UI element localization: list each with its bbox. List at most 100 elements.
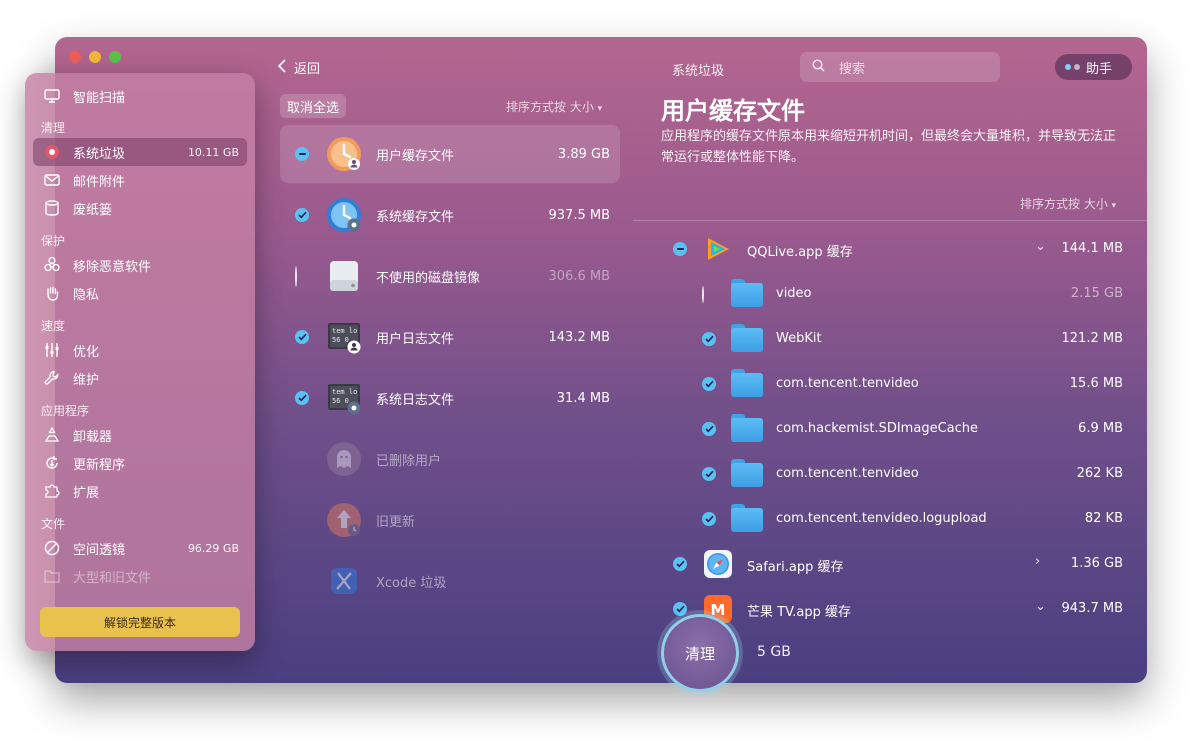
qqlive-app-icon [703, 234, 735, 264]
zoom-window-button[interactable] [109, 51, 121, 63]
minimize-window-button[interactable] [89, 51, 101, 63]
unlock-full-version-button[interactable]: 解锁完整版本 [40, 607, 240, 637]
sort-dropdown[interactable]: 排序方式按 大小 ▾ [506, 98, 602, 115]
sidebar-item-updater[interactable]: 更新程序 [33, 449, 247, 477]
checkbox-checked[interactable] [702, 422, 716, 436]
file-checkbox[interactable] [673, 557, 687, 571]
checkbox-checked[interactable] [702, 377, 716, 391]
checkbox-checked[interactable] [295, 330, 309, 344]
file-checkbox[interactable] [702, 377, 716, 391]
folder-row[interactable]: com.tencent.tenvideo 15.6 MB [633, 362, 1147, 407]
folder-row[interactable]: com.hackemist.SDImageCache 6.9 MB [633, 407, 1147, 452]
back-button[interactable]: 返回 [277, 58, 320, 77]
checkbox-checked[interactable] [702, 512, 716, 526]
category-label: 系统日志文件 [376, 392, 455, 408]
clean-total-size: 5 GB [757, 644, 791, 660]
checkbox-partial[interactable] [295, 147, 309, 161]
safari-app-icon [703, 549, 735, 579]
deselect-all-button[interactable]: 取消全选 [280, 94, 347, 118]
file-checkbox[interactable] [702, 467, 716, 481]
file-size: 121.2 MB [1061, 331, 1123, 346]
category-row[interactable]: 系统缓存文件 937.5 MB [280, 186, 620, 244]
category-checkbox[interactable] [295, 265, 297, 287]
folder-row[interactable]: com.tencent.tenvideo 262 KB [633, 452, 1147, 497]
svg-text:56 0: 56 0 [332, 336, 349, 344]
file-size: 2.15 GB [1070, 286, 1123, 301]
app-cache-row[interactable]: Safari.app 缓存 › 1.36 GB [633, 542, 1147, 587]
category-size: 306.6 MB [548, 268, 610, 284]
sidebar-item-malware-removal[interactable]: 移除恶意软件 [33, 251, 247, 279]
sidebar-item-uninstaller[interactable]: 卸载器 [33, 421, 247, 449]
category-row[interactable]: 用户缓存文件 3.89 GB [280, 125, 620, 183]
folder-icon [731, 324, 763, 354]
hand-icon [43, 284, 61, 302]
section-header-apps: 应用程序 [41, 404, 90, 418]
checkbox-checked[interactable] [702, 467, 716, 481]
file-checkbox[interactable] [702, 422, 716, 436]
checkbox-unchecked[interactable] [702, 286, 704, 303]
category-row[interactable]: 旧更新 [280, 491, 620, 549]
sidebar-item-label: 维护 [73, 372, 100, 388]
divider [633, 220, 1147, 221]
category-row[interactable]: tem lo 56 0 用户日志文件 143.2 MB [280, 308, 620, 366]
file-name: WebKit [776, 331, 822, 346]
file-checkbox[interactable] [702, 286, 704, 303]
category-checkbox[interactable] [295, 208, 309, 222]
sidebar-item-space-lens[interactable]: 空间透镜 96.29 GB [33, 534, 247, 562]
close-window-button[interactable] [69, 51, 81, 63]
search-input[interactable]: 搜索 [800, 52, 1000, 82]
sidebar-item-size: 10.11 GB [187, 145, 239, 159]
file-checkbox[interactable] [702, 512, 716, 526]
clean-button[interactable]: 清理 [661, 614, 739, 692]
category-row[interactable]: 已删除用户 [280, 430, 620, 488]
checkbox-checked[interactable] [295, 391, 309, 405]
assistant-button[interactable]: 助手 [1055, 54, 1132, 80]
checkbox-unchecked[interactable] [295, 265, 297, 287]
sidebar-item-optimization[interactable]: 优化 [33, 336, 247, 364]
old-update-icon [326, 502, 362, 538]
sidebar-item-smart-scan[interactable]: 智能扫描 [33, 82, 247, 110]
category-label: Xcode 垃圾 [376, 575, 447, 591]
folder-row[interactable]: WebKit 121.2 MB [633, 317, 1147, 362]
wrench-icon [43, 369, 61, 387]
sidebar-item-maintenance[interactable]: 维护 [33, 364, 247, 392]
detail-sort-dropdown[interactable]: 排序方式按 大小 ▾ [1020, 195, 1116, 212]
section-header-speed: 速度 [41, 319, 66, 333]
checkbox-checked[interactable] [673, 602, 687, 616]
ghost-user-icon [326, 441, 362, 477]
category-row[interactable]: Xcode 垃圾 [280, 552, 620, 610]
sidebar-item-label: 废纸篓 [73, 202, 113, 218]
category-row[interactable]: 不使用的磁盘镜像 306.6 MB [280, 247, 620, 305]
category-checkbox[interactable] [295, 147, 309, 161]
folder-icon [731, 414, 763, 444]
chevron-down-icon[interactable]: ⌄ [1035, 239, 1046, 254]
file-checkbox[interactable] [673, 602, 687, 616]
category-checkbox[interactable] [295, 391, 309, 405]
checkbox-checked[interactable] [295, 208, 309, 222]
checkbox-checked[interactable] [673, 557, 687, 571]
checkbox-checked[interactable] [702, 332, 716, 346]
sidebar-item-trash[interactable]: 废纸篓 [33, 194, 247, 222]
chevron-right-icon[interactable]: › [1035, 554, 1040, 569]
sliders-icon [43, 341, 61, 359]
sidebar-item-large-old-files[interactable]: 大型和旧文件 [33, 562, 247, 590]
checkbox-partial[interactable] [673, 242, 687, 256]
category-label: 用户日志文件 [376, 331, 455, 347]
file-checkbox[interactable] [702, 332, 716, 346]
folder-icon [731, 369, 763, 399]
sidebar-item-system-junk[interactable]: 系统垃圾 10.11 GB [33, 138, 247, 166]
app-cache-row[interactable]: QQLive.app 缓存 ⌄ 144.1 MB [633, 227, 1147, 272]
sidebar-item-mail-attachments[interactable]: 邮件附件 [33, 166, 247, 194]
category-checkbox[interactable] [295, 330, 309, 344]
updater-icon [43, 454, 61, 472]
chevron-down-icon[interactable]: ⌄ [1035, 599, 1046, 614]
category-row[interactable]: tem lo 56 0 系统日志文件 31.4 MB [280, 369, 620, 427]
folder-row[interactable]: com.tencent.tenvideo.logupload 82 KB [633, 497, 1147, 542]
assistant-label: 助手 [1086, 61, 1113, 77]
file-checkbox[interactable] [673, 242, 687, 256]
sidebar-item-extensions[interactable]: 扩展 [33, 477, 247, 505]
sidebar-item-label: 隐私 [73, 287, 100, 303]
chevron-left-icon [277, 58, 286, 77]
sidebar-item-privacy[interactable]: 隐私 [33, 279, 247, 307]
folder-row[interactable]: video 2.15 GB [633, 272, 1147, 317]
